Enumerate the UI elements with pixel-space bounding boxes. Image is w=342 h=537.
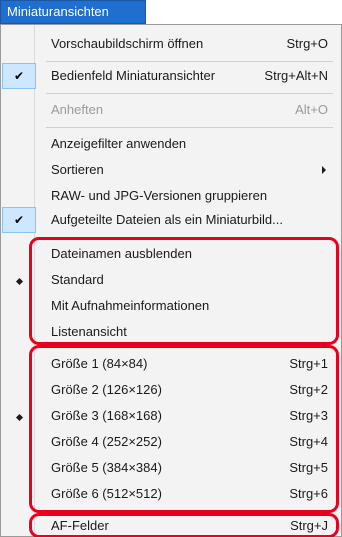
menu-item-label: RAW- und JPG-Versionen gruppieren (51, 188, 268, 203)
menu-item-size-4[interactable]: Größe 4 (252×252) Strg+4 (2, 429, 340, 455)
menu-item-thumbnail-panel[interactable]: ✔ Bedienfeld Miniaturansichter Strg+Alt+… (2, 63, 340, 89)
menu-item-label: Dateinamen ausblenden (51, 246, 192, 261)
radio-dot-icon (2, 267, 36, 293)
menu-item-label: AF-Felder (51, 518, 109, 533)
menu-item-label: Größe 6 (512×512) (51, 486, 162, 501)
submenu-arrow-icon (322, 166, 326, 174)
menu-separator (46, 93, 333, 94)
menu-item-label: Aufgeteilte Dateien als ein Miniaturbild… (51, 212, 283, 227)
menu-item-size-5[interactable]: Größe 5 (384×384) Strg+5 (2, 455, 340, 481)
checkmark-icon: ✔ (2, 63, 36, 89)
menu-item-shortcut: Alt+O (295, 102, 328, 117)
menu-item-open-preview[interactable]: Vorschaubildschirm öffnen Strg+O (2, 31, 340, 57)
menu-item-size-2[interactable]: Größe 2 (126×126) Strg+2 (2, 377, 340, 403)
menu-item-af-points[interactable]: AF-Felder Strg+J (2, 513, 340, 537)
menu-item-label: Bedienfeld Miniaturansichter (51, 68, 216, 83)
menu-item-label: Vorschaubildschirm öffnen (51, 36, 204, 51)
menu-item-label: Größe 4 (252×252) (51, 434, 162, 449)
menu-item-size-1[interactable]: Größe 1 (84×84) Strg+1 (2, 351, 340, 377)
menu-item-shortcut: Strg+Alt+N (264, 68, 328, 83)
menu-item-label: Sortieren (51, 162, 104, 177)
menu-item-size-3[interactable]: Größe 3 (168×168) Strg+3 (2, 403, 340, 429)
menu-item-label: Mit Aufnahmeinformationen (51, 298, 210, 313)
menu-separator (46, 61, 333, 62)
context-menu-screen: Miniaturansichten Vorschaubildschirm öff… (0, 0, 342, 537)
menu-item-label: Größe 5 (384×384) (51, 460, 162, 475)
menu-item-shortcut: Strg+J (290, 518, 328, 533)
menu-item-shortcut: Strg+O (286, 36, 328, 51)
menu-item-shortcut: Strg+5 (289, 460, 328, 475)
menu-item-shortcut: Strg+3 (289, 408, 328, 423)
menu-item-label: Standard (51, 272, 104, 287)
menu-item-apply-filter[interactable]: Anzeigefilter anwenden (2, 131, 340, 157)
menu-item-split-files[interactable]: ✔ Aufgeteilte Dateien als ein Miniaturbi… (2, 207, 340, 233)
menu-item-size-6[interactable]: Größe 6 (512×512) Strg+6 (2, 481, 340, 507)
menu-item-shortcut: Strg+4 (289, 434, 328, 449)
radio-dot-icon (2, 403, 36, 429)
menu-item-shortcut: Strg+2 (289, 382, 328, 397)
menu-separator (46, 127, 333, 128)
menu-item-shortcut: Strg+1 (289, 356, 328, 371)
menu-title-tab[interactable]: Miniaturansichten (0, 0, 146, 24)
menu-item-list-view[interactable]: Listenansicht (2, 319, 340, 345)
menu-item-hide-filenames[interactable]: Dateinamen ausblenden (2, 241, 340, 267)
menu-item-shortcut: Strg+6 (289, 486, 328, 501)
menu-item-label: Größe 2 (126×126) (51, 382, 162, 397)
dropdown-menu: Vorschaubildschirm öffnen Strg+O ✔ Bedie… (0, 24, 342, 537)
checkmark-icon: ✔ (2, 207, 36, 233)
menu-item-standard[interactable]: Standard (2, 267, 340, 293)
menu-item-sort[interactable]: Sortieren (2, 157, 340, 183)
menu-title-label: Miniaturansichten (7, 4, 109, 19)
menu-item-label: Anheften (51, 102, 104, 117)
menu-item-with-shooting-info[interactable]: Mit Aufnahmeinformationen (2, 293, 340, 319)
menu-item-label: Listenansicht (51, 324, 127, 339)
menu-item-label: Anzeigefilter anwenden (51, 136, 187, 151)
menu-item-pin[interactable]: Anheften Alt+O (2, 97, 340, 123)
menu-item-label: Größe 3 (168×168) (51, 408, 162, 423)
menu-item-group-raw-jpg[interactable]: RAW- und JPG-Versionen gruppieren (2, 183, 340, 209)
menu-item-label: Größe 1 (84×84) (51, 356, 148, 371)
